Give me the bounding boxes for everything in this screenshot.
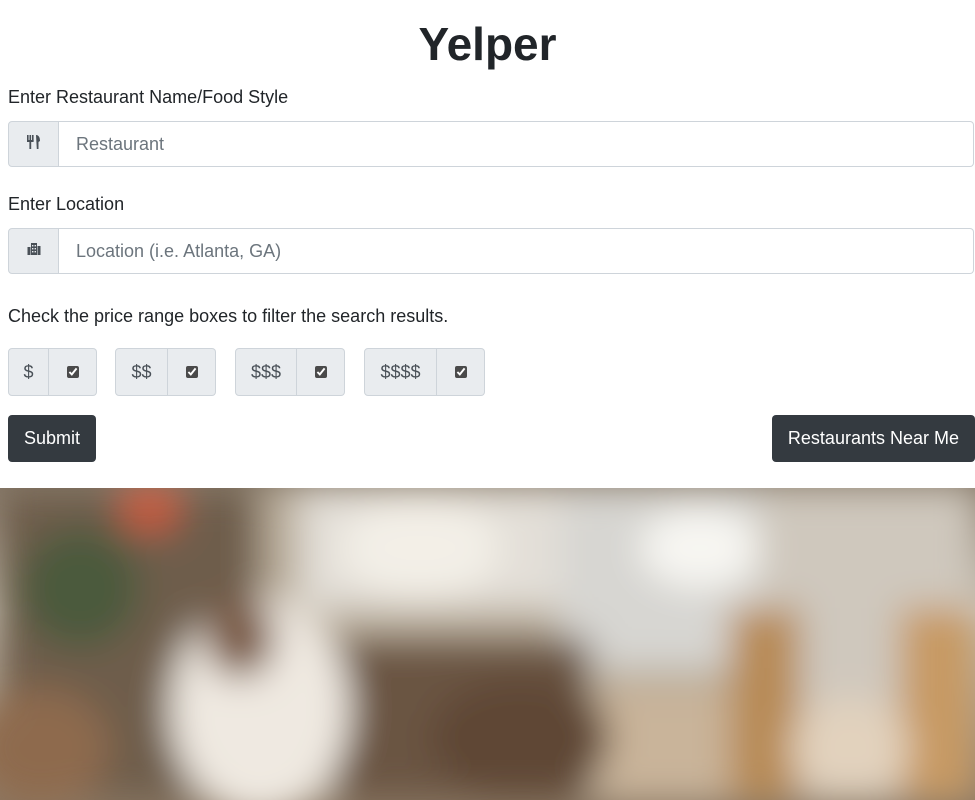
- price-filter-helper: Check the price range boxes to filter th…: [8, 306, 449, 326]
- utensils-icon: [26, 134, 42, 155]
- price-option-4: $$$$: [364, 348, 485, 396]
- restaurant-addon: [8, 121, 59, 167]
- restaurant-input-group: [8, 121, 974, 167]
- price-option-label: $: [8, 348, 49, 396]
- price-checkbox-cell[interactable]: [49, 348, 97, 396]
- app-title: Yelper: [418, 18, 557, 70]
- price-checkbox-3[interactable]: [314, 366, 327, 378]
- price-option-label: $$: [115, 348, 168, 396]
- price-checkbox-4[interactable]: [454, 366, 467, 378]
- price-option-3: $$$: [235, 348, 345, 396]
- location-input[interactable]: [59, 228, 974, 274]
- price-option-label: $$$: [235, 348, 297, 396]
- city-icon: [27, 242, 41, 261]
- location-input-group: [8, 228, 974, 274]
- location-label: Enter Location: [8, 194, 125, 214]
- page: Yelper Enter Restaurant Name/Food Style: [0, 0, 975, 800]
- restaurant-input[interactable]: [59, 121, 974, 167]
- price-checkbox-cell[interactable]: [297, 348, 345, 396]
- price-option-2: $$: [115, 348, 216, 396]
- restaurant-label: Enter Restaurant Name/Food Style: [8, 87, 289, 107]
- price-checkbox-cell[interactable]: [437, 348, 485, 396]
- restaurant-background-image: [0, 488, 975, 800]
- price-option-label: $$$$: [364, 348, 437, 396]
- blurred-restaurant-photo: [0, 488, 975, 800]
- location-addon: [8, 228, 59, 274]
- submit-button[interactable]: Submit: [8, 415, 97, 462]
- price-checkbox-2[interactable]: [185, 366, 198, 378]
- price-option-1: $: [8, 348, 97, 396]
- restaurants-near-me-button[interactable]: Restaurants Near Me: [771, 415, 975, 462]
- price-checkbox-cell[interactable]: [168, 348, 216, 396]
- price-checkbox-1[interactable]: [66, 366, 79, 378]
